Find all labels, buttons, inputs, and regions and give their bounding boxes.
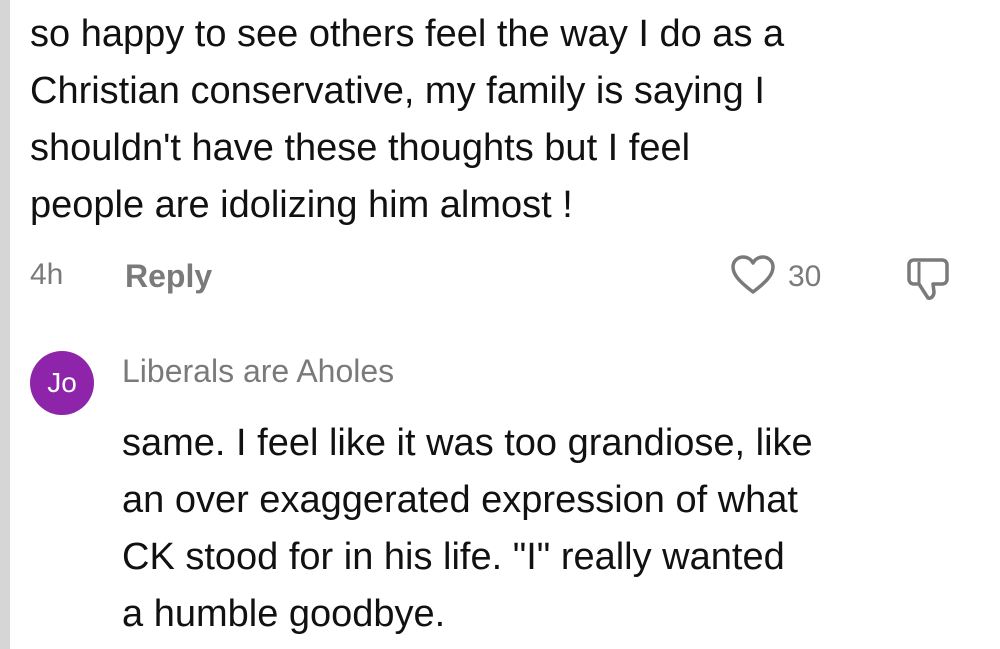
comment-meta-row: 4h Reply 30: [30, 252, 980, 302]
avatar-initials: Jo: [47, 367, 77, 398]
reply-body: same. I feel like it was too grandiose, …: [122, 422, 813, 635]
reply-username[interactable]: Liberals are Aholes: [122, 353, 394, 390]
thumbs-down-icon: [902, 258, 954, 306]
reply-button[interactable]: Reply: [125, 258, 212, 295]
dislike-button[interactable]: [902, 254, 954, 307]
left-edge-divider: [0, 0, 10, 649]
like-button[interactable]: 30: [730, 252, 821, 302]
heart-outline-icon: [730, 254, 776, 301]
comment-body: so happy to see others feel the way I do…: [30, 13, 785, 226]
comment-timestamp: 4h: [30, 258, 64, 291]
avatar[interactable]: Jo: [30, 351, 94, 415]
like-count: 30: [788, 260, 822, 293]
